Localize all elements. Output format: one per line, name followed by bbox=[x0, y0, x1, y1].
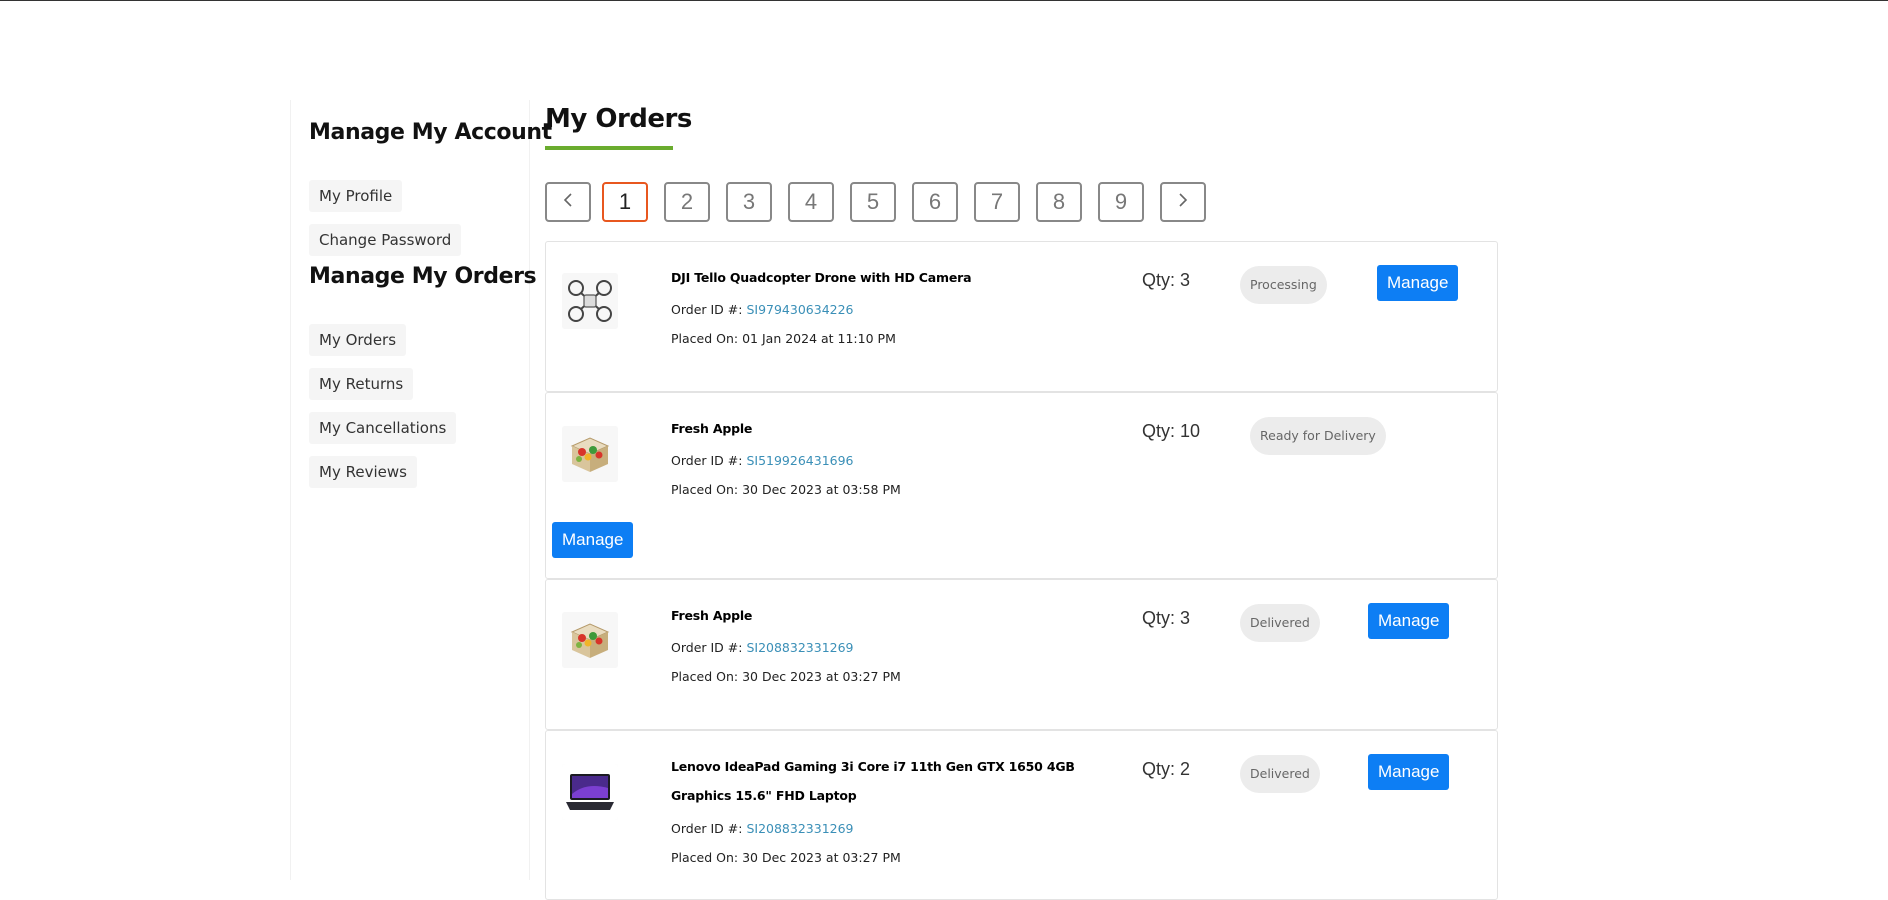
status-badge: Processing bbox=[1240, 266, 1327, 304]
order-card: Fresh Apple Order ID #: SI208832331269 P… bbox=[545, 579, 1498, 730]
status-badge: Ready for Delivery bbox=[1250, 417, 1386, 455]
placed-on-date: Placed On: 30 Dec 2023 at 03:27 PM bbox=[671, 850, 901, 865]
page-button-5[interactable]: 5 bbox=[850, 182, 896, 222]
pagination: 1 2 3 4 5 6 7 8 9 bbox=[545, 182, 1206, 224]
pagination-next-button[interactable] bbox=[1160, 182, 1206, 222]
order-card: Fresh Apple Order ID #: SI519926431696 P… bbox=[545, 392, 1498, 579]
order-id-label: Order ID #: bbox=[671, 453, 747, 468]
page-button-3[interactable]: 3 bbox=[726, 182, 772, 222]
manage-order-button[interactable]: Manage bbox=[1368, 603, 1450, 639]
top-border bbox=[0, 0, 1888, 1]
page-title: My Orders bbox=[545, 104, 692, 134]
page-button-4[interactable]: 4 bbox=[788, 182, 834, 222]
food-box-icon bbox=[562, 426, 618, 482]
order-quantity: Qty: 3 bbox=[1142, 270, 1191, 290]
placed-on-date: Placed On: 01 Jan 2024 at 11:10 PM bbox=[671, 331, 896, 346]
order-id-line: Order ID #: SI979430634226 bbox=[671, 302, 854, 317]
order-id-label: Order ID #: bbox=[671, 640, 747, 655]
order-id-link[interactable]: SI208832331269 bbox=[746, 640, 853, 655]
manage-account-heading: Manage My Account bbox=[309, 120, 552, 145]
order-id-label: Order ID #: bbox=[671, 821, 747, 836]
title-underline bbox=[545, 146, 673, 150]
product-name: Fresh Apple bbox=[671, 421, 753, 436]
order-id-line: Order ID #: SI208832331269 bbox=[671, 640, 854, 655]
page-button-8[interactable]: 8 bbox=[1036, 182, 1082, 222]
order-quantity: Qty: 3 bbox=[1142, 608, 1191, 628]
page-button-7[interactable]: 7 bbox=[974, 182, 1020, 222]
product-name: Lenovo IdeaPad Gaming 3i Core i7 11th Ge… bbox=[671, 759, 1075, 803]
product-name: Fresh Apple bbox=[671, 608, 753, 623]
sidebar-item-my-returns[interactable]: My Returns bbox=[309, 368, 414, 400]
page-button-2[interactable]: 2 bbox=[664, 182, 710, 222]
order-id-line: Order ID #: SI208832331269 bbox=[671, 821, 854, 836]
order-id-link[interactable]: SI519926431696 bbox=[746, 453, 853, 468]
food-box-icon bbox=[562, 612, 618, 668]
page-button-1[interactable]: 1 bbox=[602, 182, 648, 222]
status-badge: Delivered bbox=[1240, 604, 1320, 642]
order-id-label: Order ID #: bbox=[671, 302, 747, 317]
account-sidebar: Manage My Account My Profile Change Pass… bbox=[290, 100, 552, 880]
drone-icon bbox=[562, 273, 618, 329]
sidebar-item-my-cancellations[interactable]: My Cancellations bbox=[309, 412, 457, 444]
manage-order-button[interactable]: Manage bbox=[1368, 754, 1450, 790]
order-card: DJI Tello Quadcopter Drone with HD Camer… bbox=[545, 241, 1498, 392]
product-name: DJI Tello Quadcopter Drone with HD Camer… bbox=[671, 270, 972, 285]
order-card: Lenovo IdeaPad Gaming 3i Core i7 11th Ge… bbox=[545, 730, 1498, 900]
page-button-6[interactable]: 6 bbox=[912, 182, 958, 222]
sidebar-item-change-password[interactable]: Change Password bbox=[309, 224, 462, 256]
sidebar-item-my-orders[interactable]: My Orders bbox=[309, 324, 407, 356]
placed-on-date: Placed On: 30 Dec 2023 at 03:27 PM bbox=[671, 669, 901, 684]
status-badge: Delivered bbox=[1240, 755, 1320, 793]
laptop-icon bbox=[562, 764, 618, 820]
placed-on-date: Placed On: 30 Dec 2023 at 03:58 PM bbox=[671, 482, 901, 497]
order-quantity: Qty: 10 bbox=[1142, 421, 1201, 441]
chevron-left-icon bbox=[562, 191, 574, 214]
manage-orders-heading: Manage My Orders bbox=[309, 264, 537, 289]
order-quantity: Qty: 2 bbox=[1142, 759, 1191, 779]
pagination-prev-button[interactable] bbox=[545, 182, 591, 222]
order-id-line: Order ID #: SI519926431696 bbox=[671, 453, 854, 468]
manage-order-button[interactable]: Manage bbox=[552, 522, 634, 558]
order-id-link[interactable]: SI208832331269 bbox=[746, 821, 853, 836]
sidebar-item-my-reviews[interactable]: My Reviews bbox=[309, 456, 417, 488]
chevron-right-icon bbox=[1177, 191, 1189, 214]
manage-order-button[interactable]: Manage bbox=[1377, 265, 1459, 301]
sidebar-item-my-profile[interactable]: My Profile bbox=[309, 180, 403, 212]
order-id-link[interactable]: SI979430634226 bbox=[746, 302, 853, 317]
page-button-9[interactable]: 9 bbox=[1098, 182, 1144, 222]
